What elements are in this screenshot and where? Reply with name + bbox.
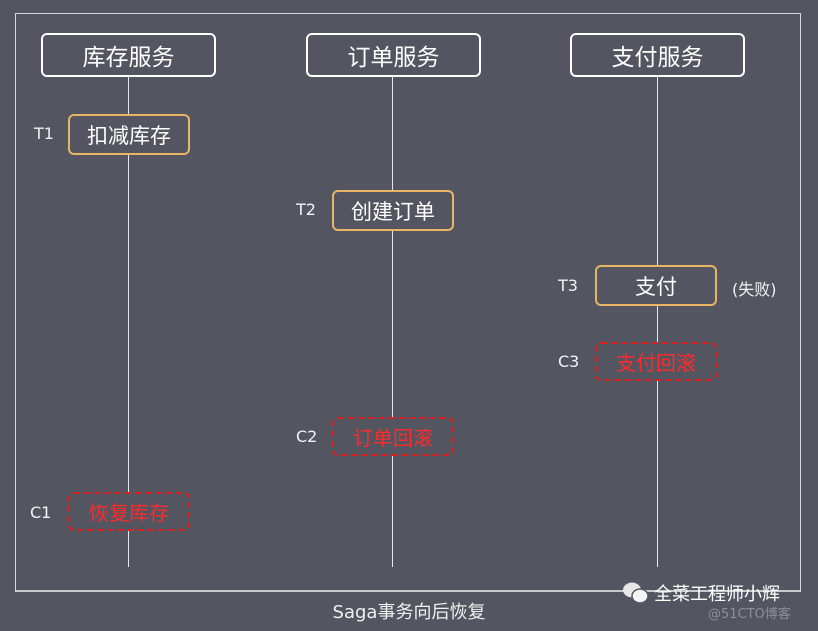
service-order: 订单服务 [306, 33, 481, 77]
service-payment: 支付服务 [570, 33, 745, 77]
service-inventory: 库存服务 [41, 33, 216, 77]
watermark-site: @51CTO博客 [708, 607, 791, 622]
compensation-c2: 订单回滚 [332, 417, 454, 456]
step-label-t1: T1 [34, 124, 54, 143]
step-label-t2: T2 [296, 200, 316, 219]
lifeline-payment [657, 75, 658, 567]
wechat-icon [623, 582, 649, 604]
comp-label-c2: C2 [296, 427, 318, 446]
step-t3: 支付 [595, 265, 717, 306]
comp-label-c3: C3 [558, 352, 580, 371]
comp-label-c1: C1 [30, 503, 52, 522]
failure-note: (失败) [732, 280, 777, 299]
step-t2: 创建订单 [332, 190, 454, 231]
step-label-t3: T3 [558, 276, 578, 295]
compensation-c1: 恢复库存 [68, 492, 190, 531]
compensation-c3: 支付回滚 [595, 342, 717, 381]
step-t1: 扣减库存 [68, 114, 190, 155]
lifeline-order [392, 75, 393, 567]
